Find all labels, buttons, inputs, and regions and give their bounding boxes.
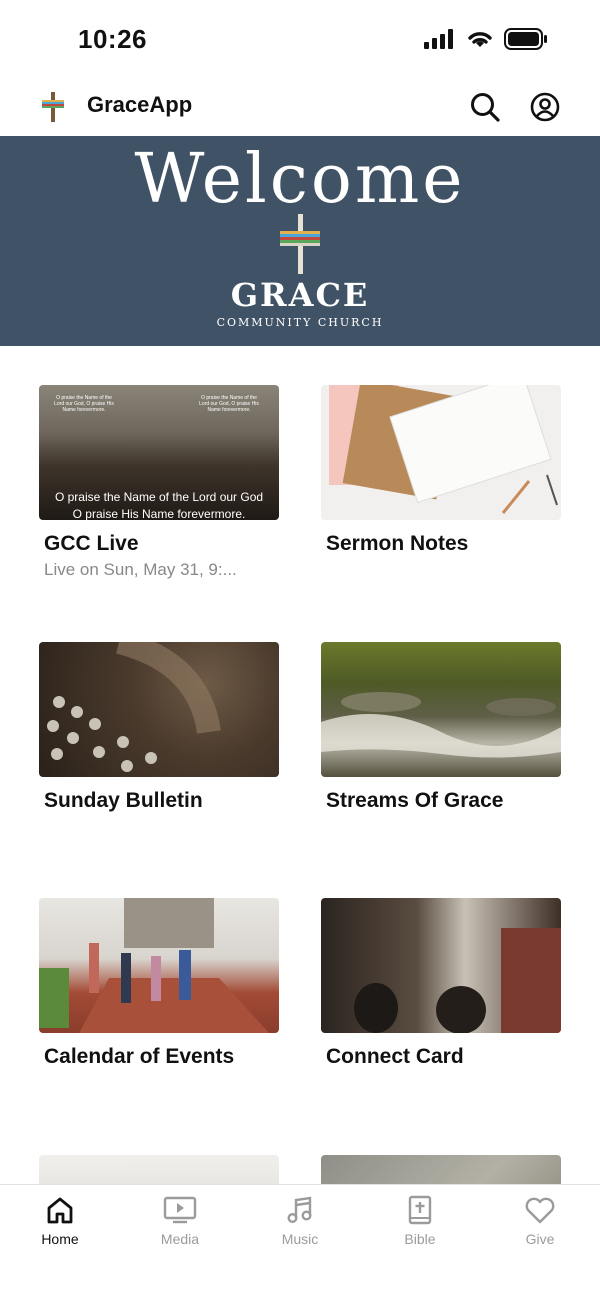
banner-church-subtitle: COMMUNITY CHURCH (216, 316, 384, 329)
card-thumbnail (321, 385, 561, 520)
notebook-image (329, 385, 558, 514)
app-header: GraceApp (0, 80, 600, 136)
app-title: GraceApp (87, 92, 193, 117)
tab-home[interactable]: Home (10, 1195, 110, 1247)
tab-label: Media (160, 1231, 200, 1247)
status-time: 10:26 (78, 24, 147, 54)
banner-welcome: Welcome (134, 140, 466, 219)
account-icon (530, 92, 560, 122)
card-more[interactable] (321, 1155, 561, 1184)
card-connect-card[interactable]: Connect Card (321, 898, 561, 1069)
card-title: Calendar of Events (44, 1045, 235, 1068)
status-bar: 10:26 (0, 0, 600, 80)
card-thumbnail (39, 1155, 279, 1184)
tab-label: Bible (404, 1231, 436, 1247)
slide-text: O praise the Name of the Lord our God, O… (54, 395, 114, 413)
card-thumbnail (321, 1155, 561, 1184)
cross-icon (280, 214, 320, 274)
cross-logo-icon (42, 92, 64, 122)
bible-icon (408, 1195, 432, 1225)
card-sunday-bulletin[interactable]: Sunday Bulletin (39, 642, 279, 813)
banner-church-name: GRACE (230, 276, 370, 314)
signal-icon (424, 29, 453, 49)
tab-bar: Home Media Music Bible Give (0, 1184, 600, 1300)
card-thumbnail (321, 898, 561, 1033)
card-title: Streams Of Grace (326, 789, 504, 812)
profile-button[interactable] (528, 90, 562, 124)
card-thumbnail (321, 642, 561, 777)
battery-icon (504, 28, 547, 50)
card-title: Connect Card (326, 1045, 464, 1068)
lyric-line-2: O praise His Name forevermore. (72, 507, 246, 520)
music-icon (287, 1196, 312, 1224)
card-gcc-live[interactable]: O praise the Name of the Lord our God, O… (39, 385, 279, 580)
tab-bible[interactable]: Bible (370, 1195, 470, 1247)
search-icon (471, 93, 500, 122)
lyric-line-1: O praise the Name of the Lord our God (54, 490, 264, 504)
heart-icon (525, 1197, 555, 1224)
tab-label: Music (281, 1231, 319, 1247)
card-thumbnail: O praise the Name of the Lord our God, O… (39, 385, 279, 520)
tab-label: Give (525, 1231, 555, 1247)
stream-image (321, 692, 561, 758)
typewriter-image (47, 642, 221, 772)
church-steps-image (39, 898, 269, 1033)
welcome-banner: Welcome GRACE COMMUNITY CHURCH (0, 136, 600, 346)
card-sermon-notes[interactable]: Sermon Notes (321, 385, 561, 556)
card-title: Sunday Bulletin (44, 789, 203, 812)
card-calendar-of-events[interactable]: Calendar of Events (39, 898, 279, 1069)
coffee-image (354, 928, 561, 1033)
status-icons (424, 28, 548, 50)
card-subtitle: Live on Sun, May 31, 9:... (44, 560, 237, 579)
card-streams-of-grace[interactable]: Streams Of Grace (321, 642, 561, 813)
card-people[interactable] (39, 1155, 279, 1184)
content-grid: O praise the Name of the Lord our God, O… (0, 346, 600, 1184)
tab-media[interactable]: Media (130, 1195, 230, 1247)
wifi-icon (468, 32, 492, 47)
slide-text: O praise the Name of the Lord our God, O… (199, 395, 259, 413)
home-icon (47, 1197, 73, 1224)
media-icon (163, 1196, 197, 1224)
card-title: GCC Live (44, 532, 139, 555)
card-thumbnail (39, 642, 279, 777)
tab-give[interactable]: Give (490, 1195, 590, 1247)
card-thumbnail (39, 898, 279, 1033)
card-title: Sermon Notes (326, 532, 469, 555)
search-button[interactable] (468, 90, 502, 124)
tab-label: Home (41, 1231, 79, 1247)
tab-music[interactable]: Music (250, 1195, 350, 1247)
